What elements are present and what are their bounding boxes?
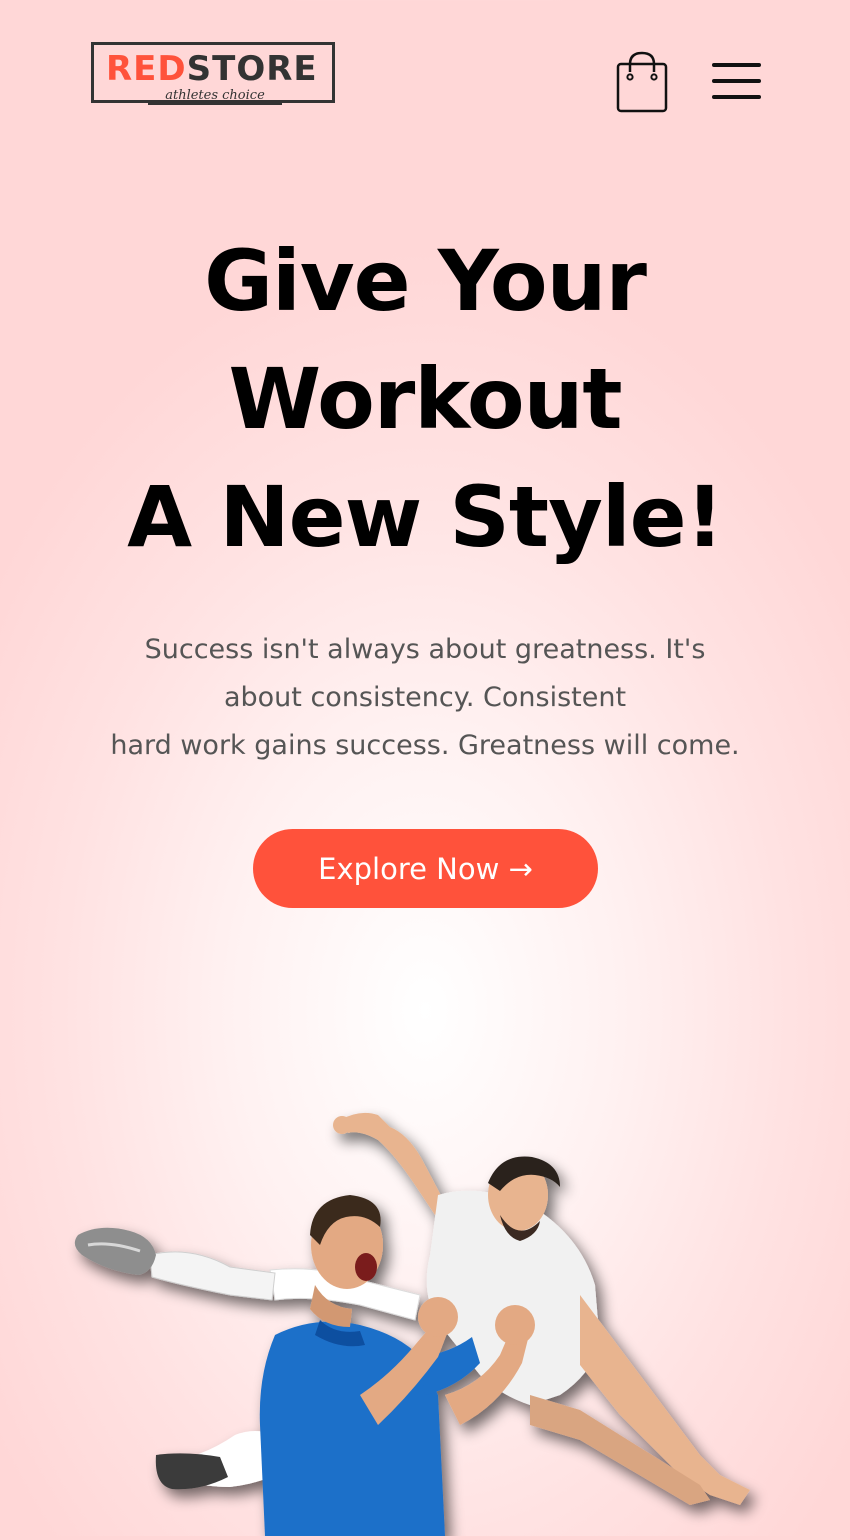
hamburger-menu-icon[interactable] [710,60,764,104]
menu-bar-bottom [712,95,761,99]
hero-subtext: Success isn't always about greatness. It… [0,626,850,770]
logo-brand-dark: STORE [186,49,318,89]
subtext-line-2: about consistency. Consistent [223,682,627,713]
headline-line-1: Give Your [204,232,647,330]
shopping-bag-icon[interactable] [614,50,670,114]
hero-football-players-image [60,1095,780,1536]
redstore-logo[interactable]: REDSTORE athletes choice [91,42,335,105]
logo-wordmark: REDSTORE [106,49,318,89]
menu-bar-middle [712,79,761,83]
headline-line-3: A New Style! [127,468,724,566]
logo-brand-red: RED [106,49,187,89]
hero-headline: Give Your Workout A New Style! [0,222,850,576]
menu-bar-top [712,63,761,67]
explore-now-button[interactable]: Explore Now → [253,829,598,908]
logo-tagline: athletes choice [148,89,282,105]
subtext-line-3: hard work gains success. Greatness will … [110,730,740,761]
headline-line-2: Workout [228,350,622,448]
subtext-line-1: Success isn't always about greatness. It… [144,634,706,665]
